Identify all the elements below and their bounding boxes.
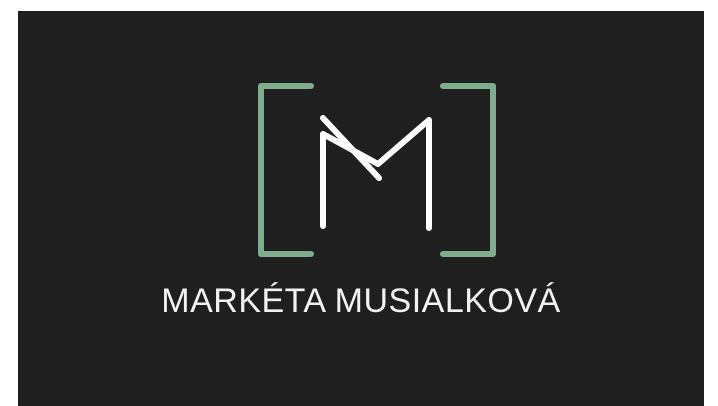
right-bracket-icon xyxy=(440,83,496,257)
person-name: MARKÉTA MUSIALKOVÁ xyxy=(161,282,561,320)
left-bracket-icon xyxy=(258,83,314,257)
business-card: MARKÉTA MUSIALKOVÁ xyxy=(18,11,704,406)
logo-mark xyxy=(258,83,496,257)
monogram-m-icon xyxy=(320,115,432,231)
